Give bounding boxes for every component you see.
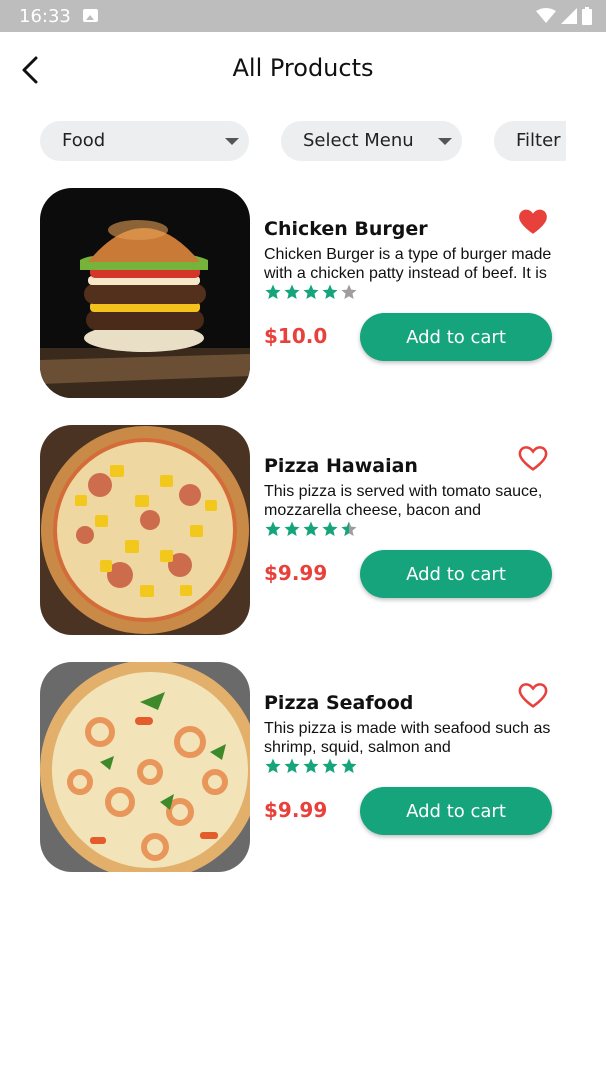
product-name: Pizza Seafood bbox=[264, 692, 414, 714]
favorite-button[interactable] bbox=[516, 678, 550, 712]
star-icon bbox=[265, 758, 281, 773]
wifi-icon bbox=[536, 8, 556, 23]
product-description: This pizza is served with tomato sauce, … bbox=[264, 483, 543, 519]
star-icon bbox=[303, 758, 319, 773]
product-image-pizza-seafood bbox=[40, 662, 250, 872]
star-icon bbox=[322, 758, 338, 773]
product-card[interactable]: Pizza Seafood This pizza is made with se… bbox=[40, 662, 566, 872]
rating-stars bbox=[264, 283, 358, 301]
caret-down-icon bbox=[225, 138, 239, 145]
star-icon bbox=[303, 521, 319, 536]
star-icon bbox=[265, 284, 281, 299]
product-price: $9.99 bbox=[264, 798, 328, 822]
star-empty-icon bbox=[341, 284, 357, 299]
favorite-button[interactable] bbox=[516, 441, 550, 475]
star-half-icon bbox=[341, 521, 357, 536]
rating-stars bbox=[264, 520, 358, 538]
filter-food-label: Food bbox=[62, 130, 106, 151]
status-bar: 16:33 bbox=[0, 0, 606, 32]
filter-menu-dropdown[interactable]: Select Menu bbox=[281, 121, 462, 161]
caret-down-icon bbox=[438, 138, 452, 145]
star-icon bbox=[322, 521, 338, 536]
battery-icon bbox=[582, 7, 592, 25]
star-icon bbox=[284, 758, 300, 773]
filter-food-dropdown[interactable]: Food bbox=[40, 121, 249, 161]
product-price: $9.99 bbox=[264, 561, 328, 585]
filter-row: Food Select Menu Filter by bbox=[40, 121, 566, 161]
app-bar: All Products bbox=[0, 32, 606, 108]
image-notification-icon bbox=[83, 9, 98, 22]
add-to-cart-button[interactable]: Add to cart bbox=[360, 550, 552, 598]
star-icon bbox=[284, 521, 300, 536]
star-icon bbox=[284, 284, 300, 299]
heart-outline-icon bbox=[518, 446, 548, 471]
product-image-burger bbox=[40, 188, 250, 398]
product-name: Pizza Hawaian bbox=[264, 455, 418, 477]
product-description: Chicken Burger is a type of burger made … bbox=[264, 246, 552, 282]
star-icon bbox=[265, 521, 281, 536]
rating-stars bbox=[264, 757, 358, 775]
product-price: $10.0 bbox=[264, 324, 328, 348]
product-description: This pizza is made with seafood such as … bbox=[264, 720, 551, 756]
filter-by-label: Filter by bbox=[516, 130, 566, 151]
star-icon bbox=[303, 284, 319, 299]
signal-icon bbox=[561, 8, 577, 24]
status-time: 16:33 bbox=[19, 6, 71, 27]
heart-outline-icon bbox=[518, 683, 548, 708]
heart-filled-icon bbox=[519, 209, 547, 234]
add-to-cart-button[interactable]: Add to cart bbox=[360, 787, 552, 835]
status-icons bbox=[536, 7, 592, 25]
product-name: Chicken Burger bbox=[264, 218, 428, 240]
favorite-button[interactable] bbox=[516, 204, 550, 238]
product-image-pizza-hawaian bbox=[40, 425, 250, 635]
star-icon bbox=[322, 284, 338, 299]
add-to-cart-button[interactable]: Add to cart bbox=[360, 313, 552, 361]
page-title: All Products bbox=[232, 54, 374, 82]
product-card[interactable]: Chicken Burger Chicken Burger is a type … bbox=[40, 188, 566, 398]
filter-by-dropdown[interactable]: Filter by bbox=[494, 121, 566, 161]
star-icon bbox=[341, 758, 357, 773]
filter-menu-label: Select Menu bbox=[303, 130, 414, 151]
product-card[interactable]: Pizza Hawaian This pizza is served with … bbox=[40, 425, 566, 635]
